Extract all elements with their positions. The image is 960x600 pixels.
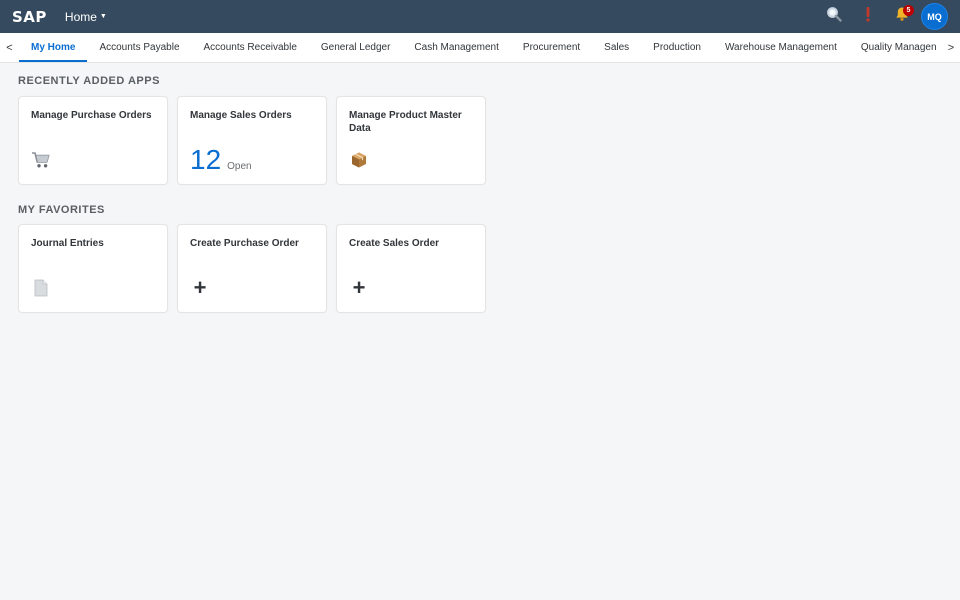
search-button[interactable] xyxy=(821,4,847,30)
help-icon xyxy=(863,6,873,27)
home-menu-button[interactable]: Home ▼ xyxy=(65,10,107,24)
tile-create-purchase-order[interactable]: Create Purchase Order + xyxy=(177,224,327,313)
tab-accounts-payable[interactable]: Accounts Payable xyxy=(87,33,191,62)
tabs-prev-button[interactable]: < xyxy=(0,42,19,54)
cart-icon xyxy=(31,150,51,170)
help-button[interactable] xyxy=(855,4,881,30)
shell-actions: 5 MQ xyxy=(821,0,948,33)
kpi-unit: Open xyxy=(227,161,252,172)
tab-general-ledger[interactable]: General Ledger xyxy=(309,33,403,62)
notifications-button[interactable]: 5 xyxy=(889,4,915,30)
recent-apps-heading: RECENTLY ADDED APPS xyxy=(18,75,160,87)
recent-apps-tiles: Manage Purchase Orders Manage Sales Orde… xyxy=(18,96,495,185)
tile-manage-product-master-data[interactable]: Manage Product Master Data xyxy=(336,96,486,185)
tab-quality-management[interactable]: Quality Managen xyxy=(849,33,949,62)
favorites-tiles: Journal Entries Create Purchase Order + … xyxy=(18,224,495,313)
plus-icon: + xyxy=(193,275,207,300)
user-avatar[interactable]: MQ xyxy=(921,3,948,30)
space-tabbar: < My Home Accounts Payable Accounts Rece… xyxy=(0,33,960,63)
tile-manage-purchase-orders[interactable]: Manage Purchase Orders xyxy=(18,96,168,185)
tab-procurement[interactable]: Procurement xyxy=(511,33,592,62)
tile-manage-sales-orders[interactable]: Manage Sales Orders 12 Open xyxy=(177,96,327,185)
search-icon xyxy=(826,6,842,27)
package-icon xyxy=(349,150,369,170)
tabs-list: My Home Accounts Payable Accounts Receiv… xyxy=(19,33,949,62)
plus-icon: + xyxy=(352,275,366,300)
tile-create-sales-order[interactable]: Create Sales Order + xyxy=(336,224,486,313)
tab-production[interactable]: Production xyxy=(641,33,713,62)
tabs-next-button[interactable]: > xyxy=(942,33,960,62)
caret-down-icon: ▼ xyxy=(99,13,107,20)
tile-journal-entries[interactable]: Journal Entries xyxy=(18,224,168,313)
tile-title: Create Sales Order xyxy=(349,238,440,249)
home-menu-label: Home xyxy=(64,9,97,24)
tab-warehouse-management[interactable]: Warehouse Management xyxy=(713,33,849,62)
tab-cash-management[interactable]: Cash Management xyxy=(402,33,511,62)
shell-header: SAP Home ▼ 5 MQ xyxy=(0,0,960,33)
notification-badge: 5 xyxy=(903,4,914,16)
document-icon xyxy=(31,278,51,298)
tile-title: Manage Purchase Orders xyxy=(31,110,152,121)
tab-my-home[interactable]: My Home xyxy=(19,33,88,62)
tab-sales[interactable]: Sales xyxy=(592,33,641,62)
tab-accounts-receivable[interactable]: Accounts Receivable xyxy=(192,33,309,62)
tile-title: Create Purchase Order xyxy=(190,238,299,249)
tile-title: Journal Entries xyxy=(31,238,104,249)
kpi: 12 Open xyxy=(190,146,252,174)
sap-logo[interactable]: SAP xyxy=(12,8,47,26)
tile-title: Manage Sales Orders xyxy=(190,110,292,121)
kpi-value: 12 xyxy=(190,144,222,175)
favorites-heading: MY FAVORITES xyxy=(18,204,105,216)
tile-title: Manage Product Master Data xyxy=(349,110,462,134)
